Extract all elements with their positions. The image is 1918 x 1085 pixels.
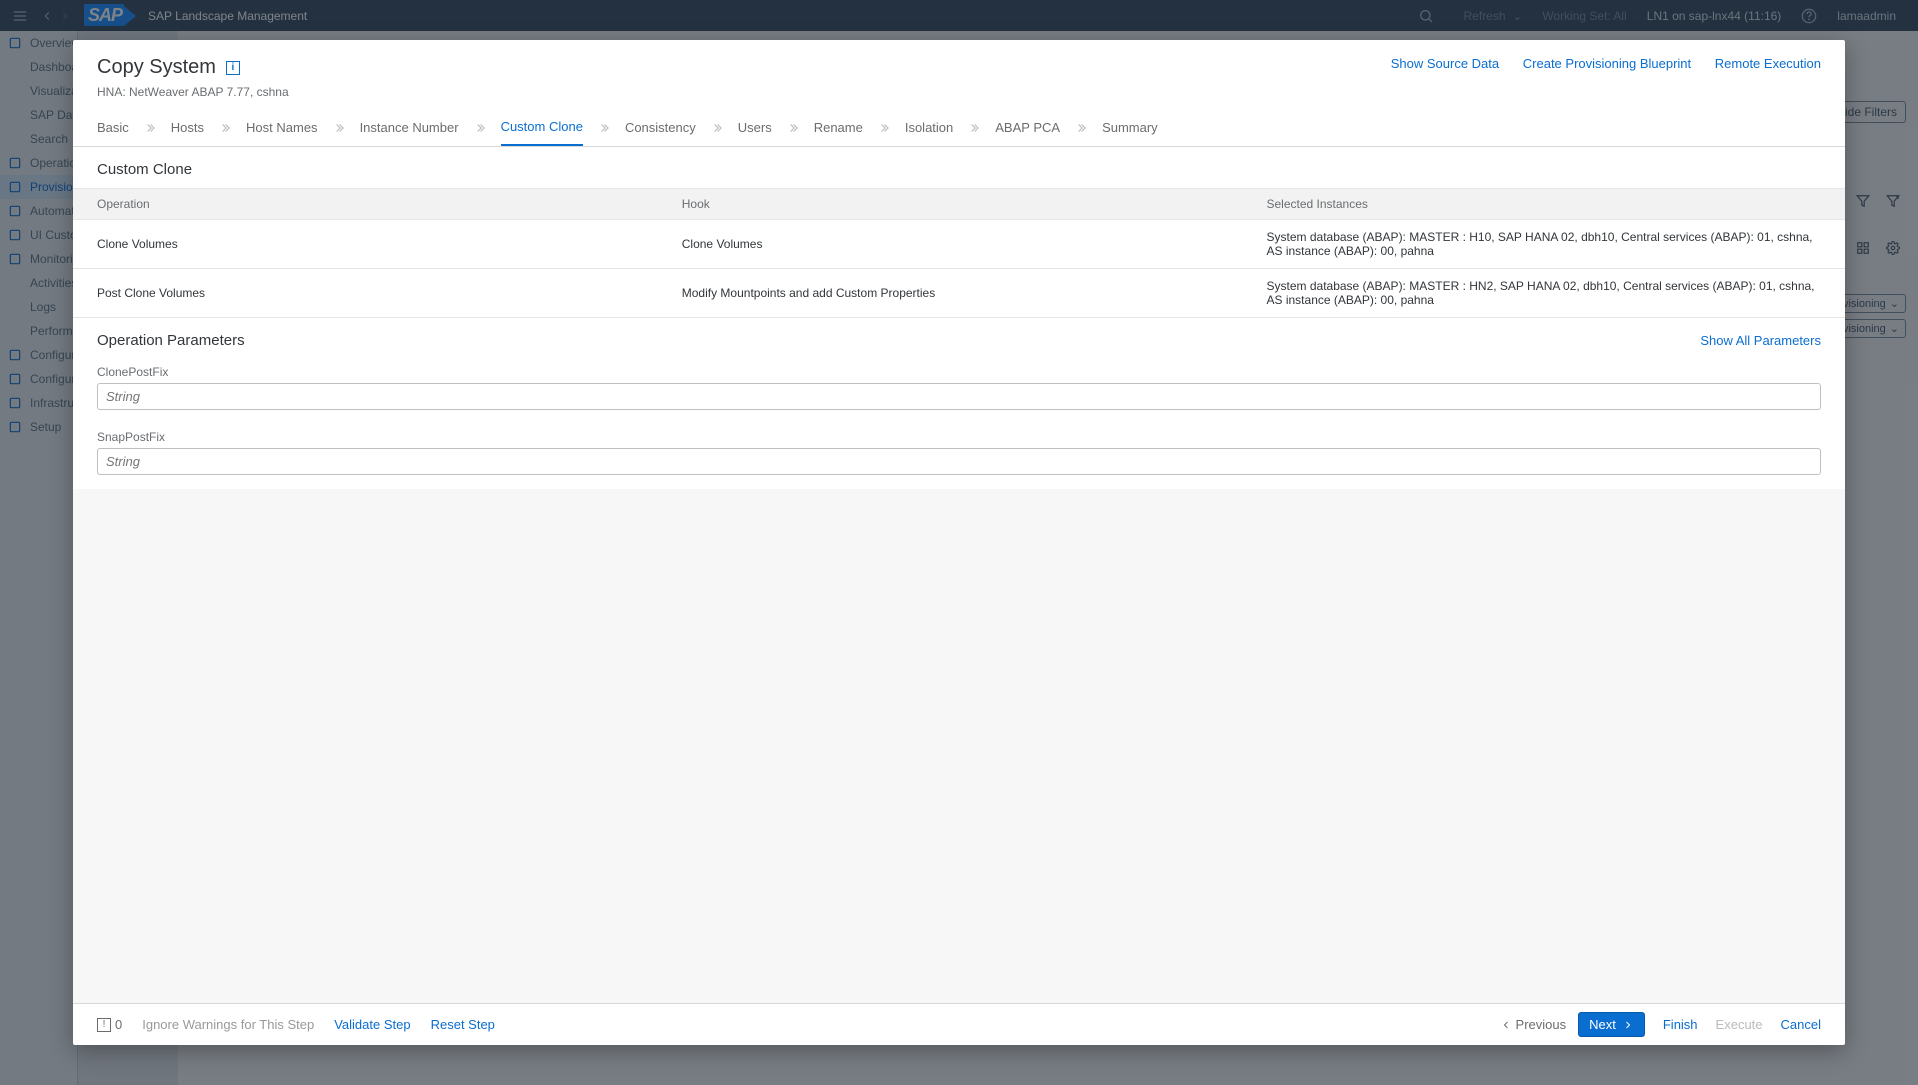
remote-execution-link[interactable]: Remote Execution [1715, 56, 1821, 71]
modal-header: Copy System i HNA: NetWeaver ABAP 7.77, … [73, 40, 1845, 109]
chevron-right-icon [218, 121, 232, 135]
wizard-step-summary[interactable]: Summary [1102, 110, 1158, 145]
param-group-snappostfix: SnapPostFix [73, 430, 1845, 489]
wizard-steps: Basic Hosts Host Names Instance Number Custo… [73, 109, 1845, 147]
chevron-right-icon [786, 121, 800, 135]
chevron-right-icon [143, 121, 157, 135]
custom-clone-table: Operation Hook Selected Instances Clone … [73, 188, 1845, 318]
chevron-right-icon [1622, 1019, 1634, 1031]
chevron-right-icon [597, 121, 611, 135]
reset-step-button[interactable]: Reset Step [431, 1017, 495, 1032]
previous-label: Previous [1516, 1017, 1567, 1032]
warnings-badge[interactable]: ! 0 [97, 1017, 122, 1032]
chevron-right-icon [967, 121, 981, 135]
table-row[interactable]: Post Clone VolumesModify Mountpoints and… [73, 269, 1845, 318]
cell-instances: System database (ABAP): MASTER : HN2, SA… [1243, 269, 1846, 318]
cell-instances: System database (ABAP): MASTER : H10, SA… [1243, 220, 1846, 269]
modal-title-text: Copy System [97, 56, 216, 79]
modal-title: Copy System i [97, 56, 1371, 79]
next-button[interactable]: Next [1578, 1012, 1645, 1037]
chevron-right-icon [710, 121, 724, 135]
warning-icon: ! [97, 1018, 111, 1032]
cell-operation: Clone Volumes [73, 220, 658, 269]
wizard-step-consistency[interactable]: Consistency [625, 110, 696, 145]
param-label: SnapPostFix [97, 430, 1821, 444]
modal-subtitle: HNA: NetWeaver ABAP 7.77, cshna [97, 85, 1371, 99]
wizard-step-custom-clone[interactable]: Custom Clone [501, 109, 583, 146]
finish-button[interactable]: Finish [1663, 1017, 1698, 1032]
table-row[interactable]: Clone VolumesClone VolumesSystem databas… [73, 220, 1845, 269]
modal-header-actions: Show Source Data Create Provisioning Blu… [1371, 56, 1821, 71]
next-label: Next [1589, 1017, 1616, 1032]
execute-button[interactable]: Execute [1716, 1017, 1763, 1032]
col-selected-instances: Selected Instances [1243, 189, 1846, 220]
col-operation: Operation [73, 189, 658, 220]
previous-button[interactable]: Previous [1500, 1017, 1567, 1032]
show-source-data-link[interactable]: Show Source Data [1391, 56, 1499, 71]
custom-clone-section-title: Custom Clone [73, 147, 1845, 188]
wizard-step-rename[interactable]: Rename [814, 110, 863, 145]
col-hook: Hook [658, 189, 1243, 220]
chevron-right-icon [1074, 121, 1088, 135]
cell-hook: Clone Volumes [658, 220, 1243, 269]
clonepostfix-input[interactable] [97, 383, 1821, 410]
create-blueprint-link[interactable]: Create Provisioning Blueprint [1523, 56, 1691, 71]
ignore-warnings-link[interactable]: Ignore Warnings for This Step [142, 1017, 314, 1032]
cell-hook: Modify Mountpoints and add Custom Proper… [658, 269, 1243, 318]
chevron-left-icon [1500, 1019, 1512, 1031]
cancel-button[interactable]: Cancel [1781, 1017, 1821, 1032]
wizard-step-hosts[interactable]: Hosts [171, 110, 204, 145]
wizard-step-basic[interactable]: Basic [97, 110, 129, 145]
modal-body: Custom Clone Operation Hook Selected Ins… [73, 147, 1845, 1003]
wizard-step-instance-number[interactable]: Instance Number [360, 110, 459, 145]
validate-step-button[interactable]: Validate Step [334, 1017, 410, 1032]
snappostfix-input[interactable] [97, 448, 1821, 475]
show-all-parameters-link[interactable]: Show All Parameters [1700, 333, 1821, 348]
operation-parameters-title-row: Operation Parameters Show All Parameters [73, 318, 1845, 359]
wizard-step-host-names[interactable]: Host Names [246, 110, 318, 145]
cell-operation: Post Clone Volumes [73, 269, 658, 318]
operation-parameters-title: Operation Parameters [97, 332, 245, 349]
copy-system-dialog: Copy System i HNA: NetWeaver ABAP 7.77, … [73, 40, 1845, 1045]
wizard-step-users[interactable]: Users [738, 110, 772, 145]
chevron-right-icon [332, 121, 346, 135]
modal-footer: ! 0 Ignore Warnings for This Step Valida… [73, 1003, 1845, 1045]
info-icon[interactable]: i [226, 61, 240, 75]
chevron-right-icon [877, 121, 891, 135]
wizard-step-isolation[interactable]: Isolation [905, 110, 953, 145]
chevron-right-icon [473, 121, 487, 135]
param-group-clonepostfix: ClonePostFix [73, 365, 1845, 424]
warnings-count: 0 [115, 1017, 122, 1032]
param-label: ClonePostFix [97, 365, 1821, 379]
wizard-step-abap-pca[interactable]: ABAP PCA [995, 110, 1060, 145]
